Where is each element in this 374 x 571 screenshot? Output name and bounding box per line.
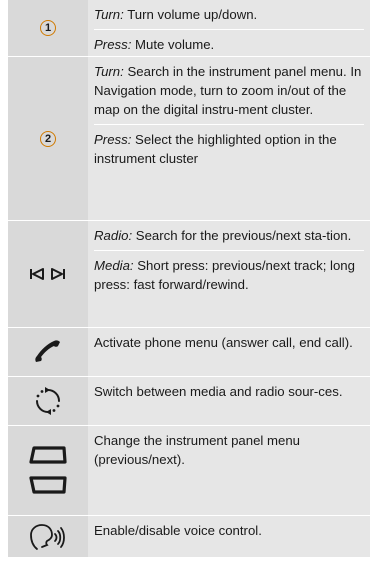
description-cell: Activate phone menu (answer call, end ca… [88,328,370,376]
description: Activate phone menu (answer call, end ca… [94,328,364,357]
table-row: Change the instrument panel menu (previo… [8,426,370,516]
description: Press: Select the highlighted option in … [94,124,364,173]
description-text: Short press: previous/next track; long p… [94,258,355,292]
description: Press: Mute volume. [94,29,364,59]
description-cell: Radio: Search for the previous/next sta-… [88,221,370,327]
description-label: Turn: [94,64,124,79]
description-text: Turn volume up/down. [123,7,258,22]
icon-cell [8,516,88,557]
description-label: Turn: [94,7,124,22]
table-row: Switch between media and radio sour-ces. [8,377,370,426]
phone-icon [35,340,60,362]
description-text: Search in the instrument panel menu. In … [94,64,362,117]
icon-cell [8,377,88,425]
controls-table: 1 Turn: Turn volume up/down. Press: Mute… [8,0,370,558]
description-label: Press: [94,37,132,52]
description: Radio: Search for the previous/next sta-… [94,221,364,250]
table-row: Radio: Search for the previous/next sta-… [8,221,370,328]
description: Switch between media and radio sour-ces. [94,377,364,406]
description-text: Search for the previous/next sta-tion. [132,228,352,243]
description-label: Radio: [94,228,133,243]
table-row: 2 Turn: Search in the instrument panel m… [8,57,370,221]
icon-cell: 2 [8,57,88,220]
description: Turn: Search in the instrument panel men… [94,57,364,124]
description-text: Enable/disable voice control. [94,523,262,538]
description: Turn: Turn volume up/down. [94,0,364,29]
description-text: Switch between media and radio sour-ces. [94,384,343,399]
description-cell: Enable/disable voice control. [88,516,370,557]
table-row: Enable/disable voice control. [8,516,370,558]
description: Change the instrument panel menu (previo… [94,426,364,474]
number-2-circle-icon: 2 [40,130,56,147]
icon-cell: 1 [8,0,88,56]
table-row: 1 Turn: Turn volume up/down. Press: Mute… [8,0,370,57]
description-cell: Switch between media and radio sour-ces. [88,377,370,425]
instrument-menu-icon [29,445,67,494]
description-cell: Turn: Search in the instrument panel men… [88,57,370,220]
voice-control-icon [30,523,65,550]
previous-next-icon [30,268,65,280]
description-text: Mute volume. [131,37,215,52]
description-text: Change the instrument panel menu (previo… [94,433,301,467]
description: Media: Short press: previous/next track;… [94,250,364,299]
icon-cell [8,221,88,327]
description-label: Media: [94,258,134,273]
description-text: Select the highlighted option in the ins… [94,132,337,166]
description: Enable/disable voice control. [94,516,364,545]
description-cell: Turn: Turn volume up/down. Press: Mute v… [88,0,370,56]
source-switch-icon [36,387,60,415]
table-row: Activate phone menu (answer call, end ca… [8,328,370,377]
number-1-circle-icon: 1 [40,20,56,36]
description-label: Press: [94,132,132,147]
icon-cell [8,426,88,515]
description-text: Activate phone menu (answer call, end ca… [94,335,353,350]
description-cell: Change the instrument panel menu (previo… [88,426,370,515]
icon-cell [8,328,88,376]
